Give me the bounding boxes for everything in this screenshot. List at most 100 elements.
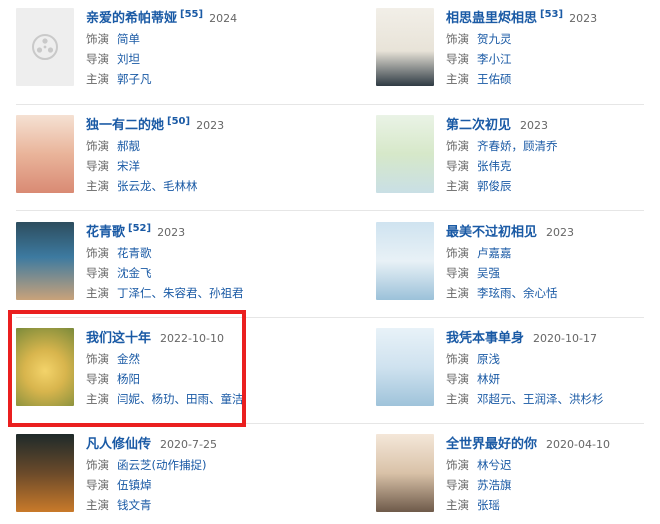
director-value[interactable]: 宋洋 bbox=[117, 159, 140, 173]
role-row: 饰演 贺九灵 bbox=[446, 29, 512, 49]
director-value[interactable]: 李小江 bbox=[477, 52, 512, 66]
role-value[interactable]: 花青歌 bbox=[117, 246, 152, 260]
drama-item[interactable]: 亲爱的希帕蒂娅 [55] 2024 饰演 简单 导演 刘坦 主演 郭子凡 bbox=[16, 8, 316, 98]
starring-value[interactable]: 郭子凡 bbox=[117, 72, 152, 86]
role-value[interactable]: 卢嘉嘉 bbox=[477, 246, 512, 260]
director-value[interactable]: 沈金飞 bbox=[117, 266, 152, 280]
starring-label: 主演 bbox=[446, 286, 469, 300]
poster-image[interactable] bbox=[16, 8, 74, 86]
starring-label: 主演 bbox=[446, 72, 469, 86]
starring-label: 主演 bbox=[86, 179, 109, 193]
director-value[interactable]: 刘坦 bbox=[117, 52, 140, 66]
film-reel-icon bbox=[32, 34, 58, 60]
role-value[interactable]: 林兮迟 bbox=[477, 458, 512, 472]
starring-value[interactable]: 张瑶 bbox=[477, 498, 500, 512]
starring-value[interactable]: 王佑硕 bbox=[477, 72, 512, 86]
director-label: 导演 bbox=[446, 52, 469, 66]
drama-title[interactable]: 第二次初见 bbox=[446, 118, 511, 133]
director-label: 导演 bbox=[86, 478, 109, 492]
title-row: 第二次初见 2023 bbox=[446, 115, 548, 135]
drama-title[interactable]: 最美不过初相见 bbox=[446, 225, 537, 240]
role-row: 饰演 函云芝(动作捕捉) bbox=[86, 455, 206, 475]
starring-label: 主演 bbox=[86, 286, 109, 300]
starring-row: 主演 郭俊辰 bbox=[446, 176, 512, 196]
title-row: 独一有二的她 [50] 2023 bbox=[86, 115, 224, 135]
director-row: 导演 张伟克 bbox=[446, 156, 512, 176]
starring-value[interactable]: 钱文青 bbox=[117, 498, 152, 512]
title-row: 亲爱的希帕蒂娅 [55] 2024 bbox=[86, 8, 237, 28]
director-row: 导演 沈金飞 bbox=[86, 263, 152, 283]
director-label: 导演 bbox=[86, 159, 109, 173]
drama-item[interactable]: 独一有二的她 [50] 2023 饰演 郝靓 导演 宋洋 主演 张云龙、毛林林 bbox=[16, 115, 316, 205]
episode-count: [50] bbox=[167, 116, 191, 127]
drama-title[interactable]: 亲爱的希帕蒂娅 bbox=[86, 11, 177, 26]
director-value[interactable]: 吴强 bbox=[477, 266, 500, 280]
role-value[interactable]: 原浅 bbox=[477, 352, 500, 366]
starring-label: 主演 bbox=[86, 72, 109, 86]
title-row: 凡人修仙传 2020-7-25 bbox=[86, 434, 217, 454]
release-date: 2023 bbox=[157, 226, 186, 239]
role-label: 饰演 bbox=[86, 246, 109, 260]
starring-value[interactable]: 张云龙、毛林林 bbox=[117, 179, 198, 193]
role-value[interactable]: 齐春娇，顾清乔 bbox=[477, 139, 558, 153]
director-value[interactable]: 伍镇焯 bbox=[117, 478, 152, 492]
role-row: 饰演 简单 bbox=[86, 29, 140, 49]
drama-title[interactable]: 凡人修仙传 bbox=[86, 437, 151, 452]
role-label: 饰演 bbox=[446, 352, 469, 366]
director-label: 导演 bbox=[86, 266, 109, 280]
drama-title[interactable]: 全世界最好的你 bbox=[446, 437, 537, 452]
role-label: 饰演 bbox=[86, 32, 109, 46]
director-row: 导演 李小江 bbox=[446, 49, 512, 69]
release-date: 2023 bbox=[569, 12, 598, 25]
director-value[interactable]: 苏浩旗 bbox=[477, 478, 512, 492]
episode-count: [52] bbox=[128, 223, 152, 234]
poster-image[interactable] bbox=[16, 115, 74, 193]
drama-item[interactable]: 凡人修仙传 2020-7-25 饰演 函云芝(动作捕捉) 导演 伍镇焯 主演 钱文青 bbox=[16, 434, 316, 524]
title-row: 花青歌 [52] 2023 bbox=[86, 222, 185, 242]
drama-item[interactable]: 相思蛊里烬相思 [53] 2023 饰演 贺九灵 导演 李小江 主演 王佑硕 bbox=[376, 8, 660, 98]
drama-title[interactable]: 相思蛊里烬相思 bbox=[446, 11, 537, 26]
director-row: 导演 刘坦 bbox=[86, 49, 140, 69]
starring-row: 主演 张云龙、毛林林 bbox=[86, 176, 198, 196]
director-label: 导演 bbox=[446, 372, 469, 386]
starring-value[interactable]: 丁泽仁、朱容君、孙祖君 bbox=[117, 286, 244, 300]
role-row: 饰演 卢嘉嘉 bbox=[446, 243, 512, 263]
director-label: 导演 bbox=[446, 159, 469, 173]
poster-image[interactable] bbox=[376, 434, 434, 512]
drama-title[interactable]: 花青歌 bbox=[86, 225, 125, 240]
director-row: 导演 伍镇焯 bbox=[86, 475, 152, 495]
role-value[interactable]: 贺九灵 bbox=[477, 32, 512, 46]
poster-image[interactable] bbox=[16, 222, 74, 300]
role-value[interactable]: 简单 bbox=[117, 32, 140, 46]
drama-item[interactable]: 我凭本事单身 2020-10-17 饰演 原浅 导演 林妍 主演 邓超元、王润泽、洪杉杉 bbox=[376, 328, 660, 418]
role-label: 饰演 bbox=[446, 32, 469, 46]
starring-row: 主演 邓超元、王润泽、洪杉杉 bbox=[446, 389, 604, 409]
drama-title[interactable]: 独一有二的她 bbox=[86, 118, 164, 133]
starring-row: 主演 张瑶 bbox=[446, 495, 500, 515]
poster-image[interactable] bbox=[376, 222, 434, 300]
starring-value[interactable]: 李玹雨、余心恬 bbox=[477, 286, 558, 300]
director-value[interactable]: 林妍 bbox=[477, 372, 500, 386]
starring-value[interactable]: 邓超元、王润泽、洪杉杉 bbox=[477, 392, 604, 406]
poster-image[interactable] bbox=[376, 8, 434, 86]
drama-item[interactable]: 全世界最好的你 2020-04-10 饰演 林兮迟 导演 苏浩旗 主演 张瑶 bbox=[376, 434, 660, 524]
drama-item[interactable]: 第二次初见 2023 饰演 齐春娇，顾清乔 导演 张伟克 主演 郭俊辰 bbox=[376, 115, 660, 205]
release-date: 2024 bbox=[209, 12, 238, 25]
poster-image[interactable] bbox=[376, 115, 434, 193]
director-row: 导演 宋洋 bbox=[86, 156, 140, 176]
role-value[interactable]: 函云芝(动作捕捉) bbox=[117, 458, 206, 472]
drama-title[interactable]: 我凭本事单身 bbox=[446, 331, 524, 346]
role-row: 饰演 齐春娇，顾清乔 bbox=[446, 136, 558, 156]
starring-label: 主演 bbox=[446, 179, 469, 193]
release-date: 2023 bbox=[546, 226, 575, 239]
director-value[interactable]: 张伟克 bbox=[477, 159, 512, 173]
role-row: 饰演 郝靓 bbox=[86, 136, 140, 156]
poster-image[interactable] bbox=[376, 328, 434, 406]
poster-image[interactable] bbox=[16, 434, 74, 512]
starring-value[interactable]: 郭俊辰 bbox=[477, 179, 512, 193]
drama-item[interactable]: 最美不过初相见 2023 饰演 卢嘉嘉 导演 吴强 主演 李玹雨、余心恬 bbox=[376, 222, 660, 312]
starring-label: 主演 bbox=[446, 392, 469, 406]
drama-item[interactable]: 花青歌 [52] 2023 饰演 花青歌 导演 沈金飞 主演 丁泽仁、朱容君、孙祖君 bbox=[16, 222, 316, 312]
title-row: 我凭本事单身 2020-10-17 bbox=[446, 328, 597, 348]
role-value[interactable]: 郝靓 bbox=[117, 139, 140, 153]
